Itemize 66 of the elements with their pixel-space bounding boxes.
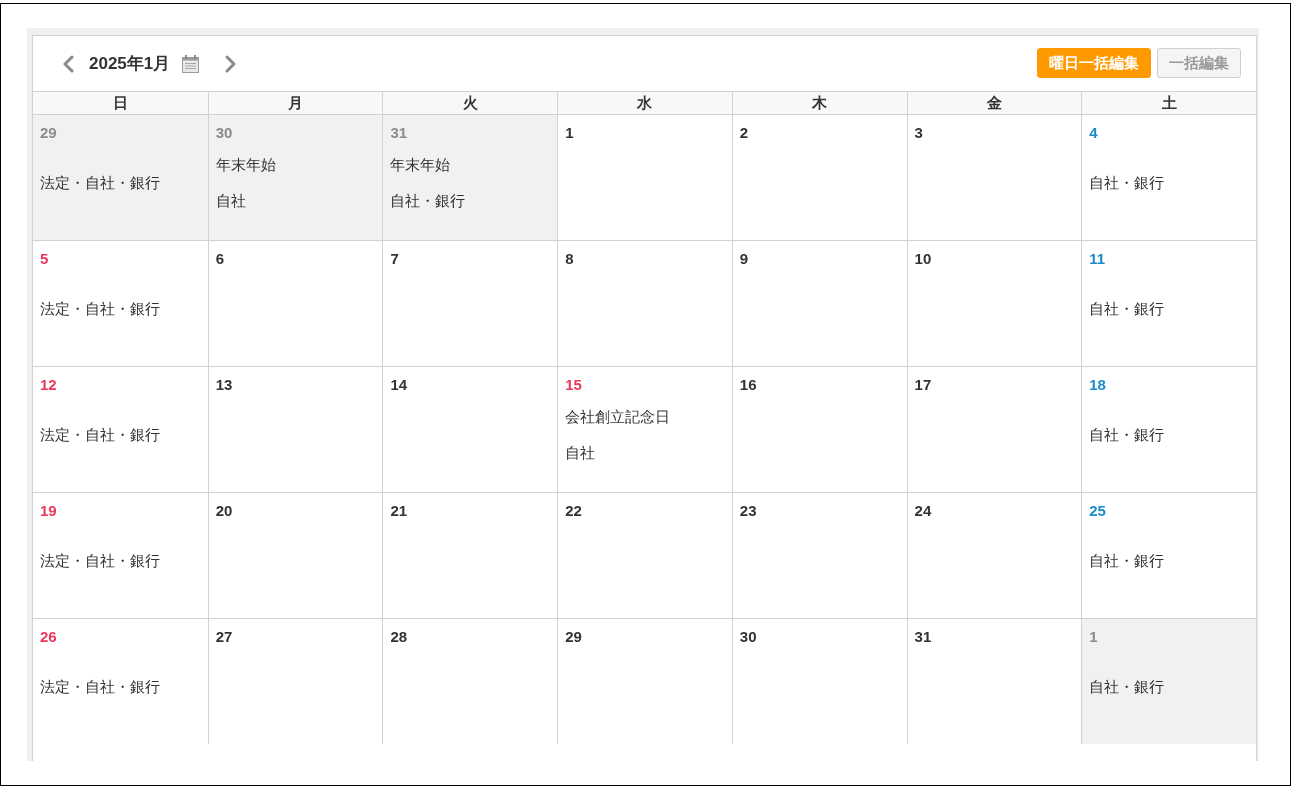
day-number: 30: [215, 123, 233, 143]
day-number: 17: [914, 375, 932, 395]
day-label: 法定・自社・銀行: [40, 173, 160, 193]
day-label: 自社: [215, 191, 246, 211]
day-cell[interactable]: 29 法定・自社・銀行: [33, 115, 208, 240]
month-title: 2025年1月: [89, 53, 171, 75]
day-cell[interactable]: 31 年末年始 自社・銀行: [382, 115, 558, 240]
day-number: 30: [739, 627, 757, 647]
day-cell[interactable]: 1 自社・銀行: [1081, 619, 1256, 744]
weekday-header: 水: [557, 92, 732, 114]
day-number: 21: [390, 501, 408, 521]
day-number: 4: [1089, 123, 1098, 143]
day-number: 7: [390, 249, 399, 269]
day-number: 12: [40, 375, 57, 395]
day-label: 年末年始: [215, 155, 276, 175]
day-number: 11: [1089, 249, 1106, 269]
day-label: 会社創立記念日: [565, 407, 671, 427]
day-number: 3: [914, 123, 923, 143]
day-number: 28: [390, 627, 408, 647]
chevron-right-icon[interactable]: [225, 54, 238, 73]
day-label: 自社・銀行: [1089, 299, 1165, 319]
day-label: 法定・自社・銀行: [40, 551, 160, 571]
day-number: 14: [390, 375, 408, 395]
day-label: 自社・銀行: [1089, 551, 1165, 571]
day-number: 31: [914, 627, 932, 647]
day-number: 31: [390, 123, 408, 143]
day-label: 法定・自社・銀行: [40, 425, 160, 445]
day-number: 15: [565, 375, 582, 395]
day-number: 9: [739, 249, 749, 269]
day-number: 25: [1089, 501, 1106, 521]
day-number: 20: [215, 501, 233, 521]
day-label: 自社: [565, 443, 596, 463]
day-number: 26: [40, 627, 57, 647]
day-number: 8: [565, 249, 574, 269]
day-number: 6: [215, 249, 225, 269]
day-label: 法定・自社・銀行: [40, 677, 160, 697]
day-number: 22: [565, 501, 582, 521]
weekday-header: 土: [1081, 92, 1256, 114]
day-label: 自社・銀行: [1089, 677, 1165, 697]
weekday-header: 日: [111, 93, 129, 113]
day-number: 23: [739, 501, 757, 521]
day-cell[interactable]: 30 年末年始 自社: [207, 115, 383, 240]
day-number: 1: [565, 123, 574, 143]
day-number: 27: [215, 627, 233, 647]
day-label: 自社・銀行: [1089, 173, 1165, 193]
calendar-icon[interactable]: [182, 55, 200, 73]
day-number: 16: [739, 375, 757, 395]
day-label: 自社・銀行: [390, 191, 466, 211]
day-label: 年末年始: [390, 155, 451, 175]
weekday-header: 木: [731, 92, 907, 114]
day-number: 24: [914, 501, 932, 521]
day-number: 13: [215, 375, 233, 395]
day-label: 自社・銀行: [1089, 425, 1165, 445]
weekday-header: 金: [906, 92, 1082, 114]
weekday-header: 月: [207, 92, 383, 114]
day-number: 10: [914, 249, 932, 269]
day-number: 2: [739, 123, 749, 143]
day-number: 18: [1089, 375, 1106, 395]
day-number: 5: [40, 249, 49, 269]
day-number: 1: [1089, 627, 1098, 647]
chevron-left-icon[interactable]: [62, 54, 74, 73]
day-number: 19: [40, 501, 57, 521]
day-number: 29: [565, 627, 582, 647]
day-label: 法定・自社・銀行: [40, 299, 160, 319]
day-number: 29: [40, 123, 57, 143]
weekday-header: 火: [382, 92, 558, 114]
